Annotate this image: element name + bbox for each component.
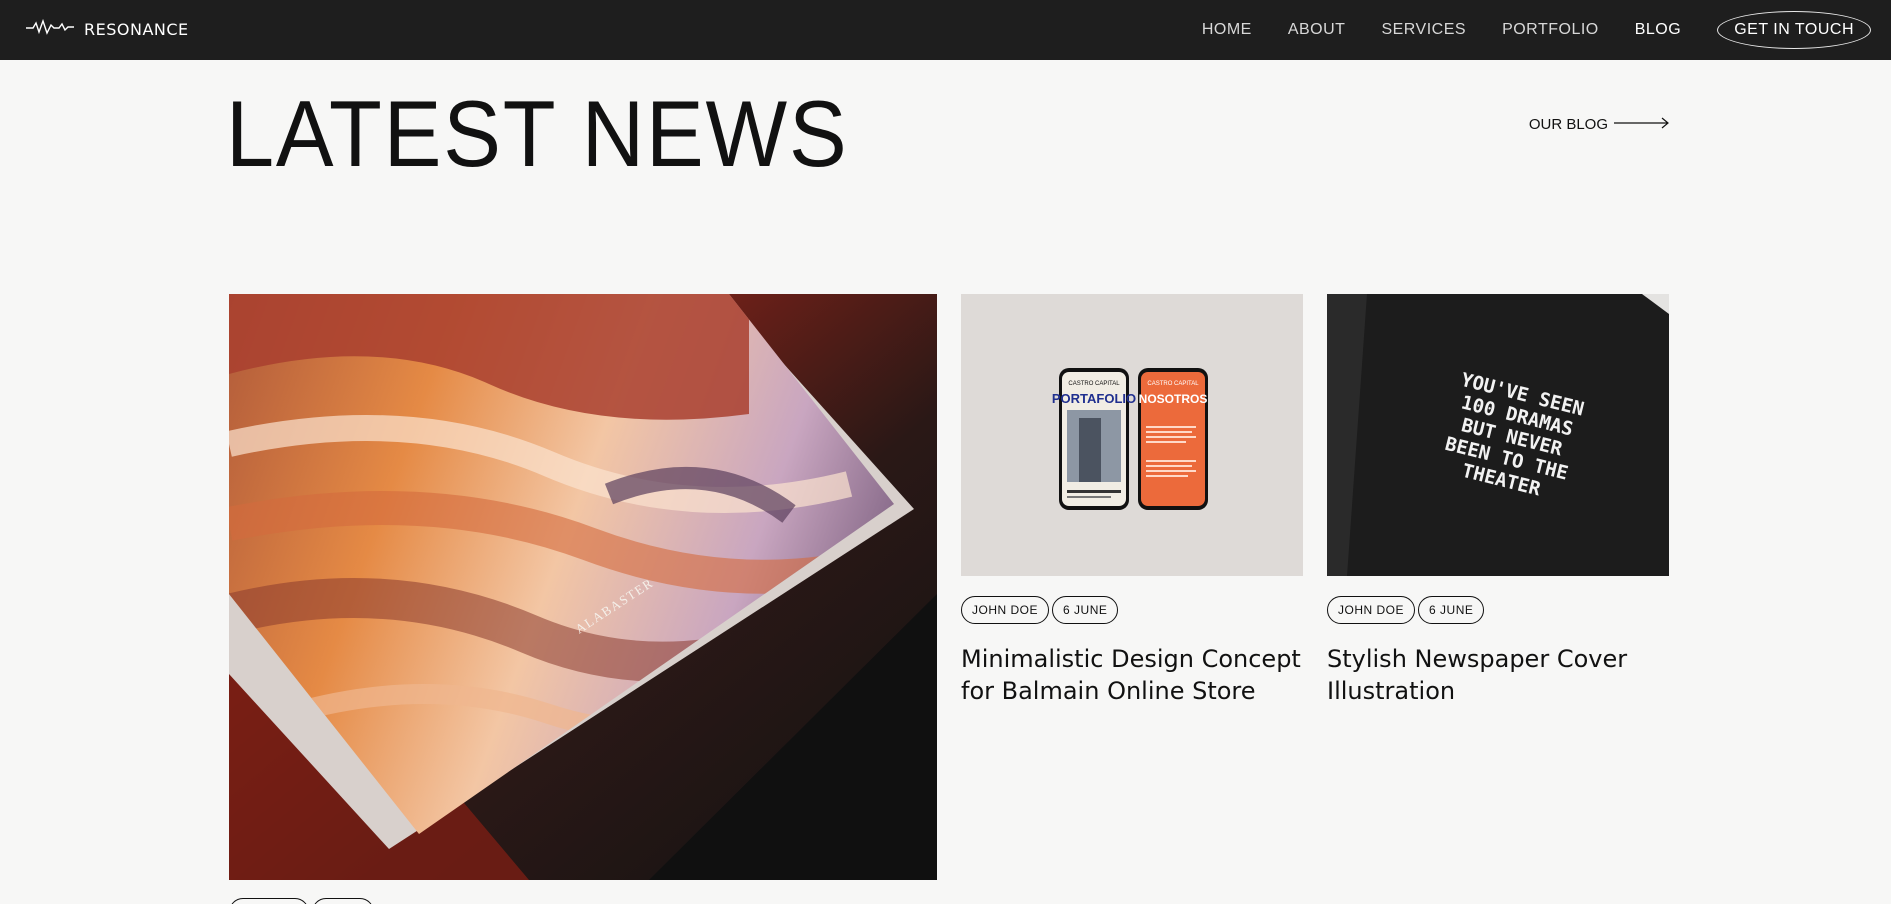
phone-2-brand: CASTRO CAPITAL bbox=[1147, 381, 1199, 387]
card-1-meta bbox=[229, 898, 374, 904]
our-blog-label: OUR BLOG bbox=[1528, 116, 1608, 133]
card-2-title[interactable]: Minimalistic Design Concept for Balmain … bbox=[961, 643, 1301, 707]
main-nav: HOME ABOUT SERVICES PORTFOLIO BLOG GET I… bbox=[1202, 10, 1871, 50]
card-image-canyon-print[interactable]: ALABASTER bbox=[229, 294, 937, 880]
get-in-touch-button[interactable]: GET IN TOUCH bbox=[1717, 11, 1871, 49]
card-image-phone-mockups[interactable]: CASTRO CAPITAL PORTAFOLIO CASTRO CAPITAL… bbox=[961, 294, 1303, 576]
logo-text: RESONANCE bbox=[84, 19, 189, 39]
card-3-meta: JOHN DOE 6 JUNE bbox=[1327, 596, 1485, 624]
phone-2-heading: NOSOTROS bbox=[1139, 392, 1208, 406]
card-image-newspaper-cover[interactable]: YOU'VE SEEN 100 DRAMAS BUT NEVER BEEN TO… bbox=[1327, 294, 1669, 576]
phone-1-brand: CASTRO CAPITAL bbox=[1068, 381, 1120, 387]
arrow-right-icon bbox=[1614, 116, 1670, 133]
page-title: LATEST NEWS bbox=[226, 81, 849, 186]
waveform-logo-icon bbox=[26, 18, 74, 41]
top-navigation-bar: RESONANCE HOME ABOUT SERVICES PORTFOLIO … bbox=[0, 0, 1891, 60]
our-blog-link[interactable]: OUR BLOG bbox=[1529, 116, 1670, 133]
author-badge[interactable]: JOHN DOE bbox=[1327, 596, 1416, 624]
nav-home[interactable]: HOME bbox=[1202, 21, 1252, 39]
card-2-meta: JOHN DOE 6 JUNE bbox=[961, 596, 1119, 624]
nav-portfolio[interactable]: PORTFOLIO bbox=[1502, 21, 1599, 39]
nav-about[interactable]: ABOUT bbox=[1288, 21, 1346, 39]
phone-1-heading: PORTAFOLIO bbox=[1052, 391, 1136, 406]
date-badge: 6 JUNE bbox=[1418, 596, 1485, 624]
date-badge: 6 JUNE bbox=[1052, 596, 1119, 624]
date-badge bbox=[312, 898, 374, 904]
author-badge[interactable]: JOHN DOE bbox=[961, 596, 1050, 624]
logo[interactable]: RESONANCE bbox=[26, 17, 189, 41]
nav-blog[interactable]: BLOG bbox=[1635, 21, 1681, 39]
card-3-title[interactable]: Stylish Newspaper Cover Illustration bbox=[1327, 643, 1667, 707]
nav-services[interactable]: SERVICES bbox=[1381, 21, 1466, 39]
author-badge[interactable] bbox=[229, 898, 309, 904]
